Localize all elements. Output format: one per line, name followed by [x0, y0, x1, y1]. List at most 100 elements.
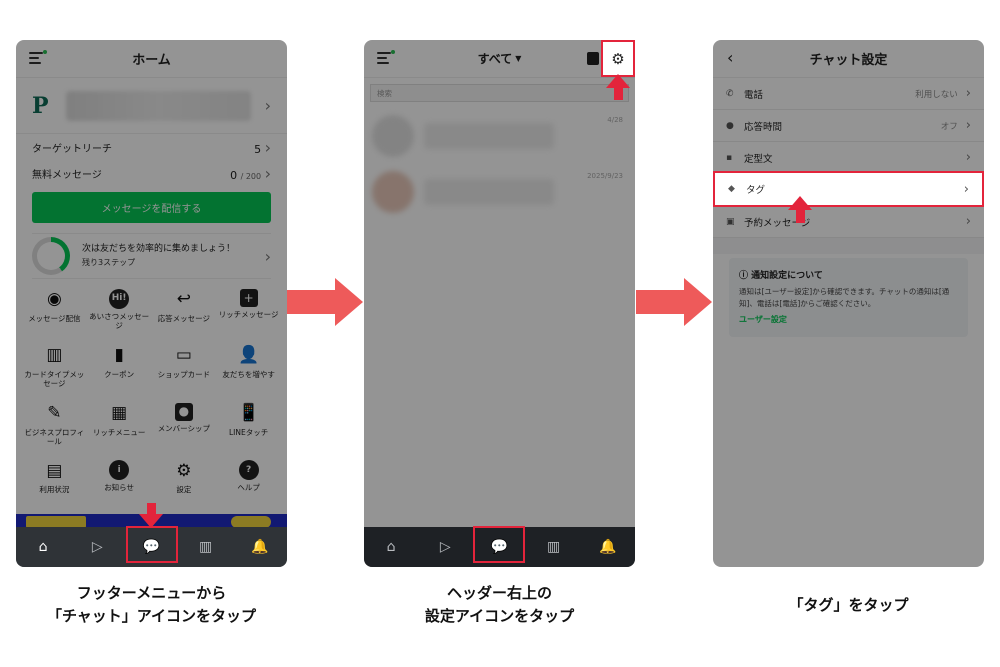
settings-icon: ⚙: [176, 460, 192, 481]
chevron-right-icon: ›: [965, 214, 971, 229]
notice-title: ⓘ 通知設定について: [739, 271, 823, 281]
notification-notice: ⓘ 通知設定について 通知は[ユーザー設定]から確認できます。チャットの通知は[…: [729, 258, 968, 338]
menu-label: リッチメッセージ: [218, 310, 279, 319]
settings-row-phone[interactable]: ✆ 電話 利用しない ›: [713, 78, 984, 110]
play-icon[interactable]: ▷: [79, 532, 115, 562]
menu-item-greeting[interactable]: Hi! あいさつメッセージ: [87, 289, 152, 331]
back-icon[interactable]: ‹: [727, 48, 733, 67]
menu-label: クーポン: [104, 369, 135, 379]
menu-item-shop-card[interactable]: ▭ ショップカード: [152, 345, 217, 389]
stat-max: / 200: [240, 171, 262, 181]
play-icon[interactable]: ▷: [427, 532, 463, 562]
caption-line: 「タグ」をタップ: [788, 596, 909, 614]
account-row[interactable]: P ›: [16, 78, 287, 134]
row-label: タグ: [744, 185, 764, 197]
tip-title: 次は友だちを効率的に集めましょう！: [82, 244, 236, 255]
footer-nav: ⌂ ▷ 💬 ▥ 🔔: [364, 527, 635, 567]
chat-item[interactable]: 2025/9/23: [364, 164, 635, 220]
menu-item-line-touch[interactable]: 📱 LINEタッチ: [216, 403, 281, 447]
menu-item-rich-menu[interactable]: ▦ リッチメニュー: [87, 403, 152, 447]
gear-icon[interactable]: ⚙: [603, 46, 629, 72]
menu-label: 利用状況: [39, 485, 70, 495]
flow-arrow-icon: [287, 278, 363, 326]
home-icon[interactable]: ⌂: [25, 532, 61, 562]
membership-icon: ●: [174, 402, 193, 421]
menu-label: 応答メッセージ: [157, 314, 211, 323]
caption-line: 設定アイコンをタップ: [424, 607, 575, 626]
menu-item-usage[interactable]: ▤ 利用状況: [22, 460, 87, 495]
hamburger-menu-icon[interactable]: [29, 50, 47, 64]
template-icon: ▪: [726, 152, 733, 163]
send-message-button[interactable]: メッセージを配信する: [32, 192, 271, 223]
hamburger-menu-icon[interactable]: [377, 50, 395, 64]
footer-nav: ⌂ ▷ 💬 ▥ 🔔: [16, 527, 287, 567]
notice-icon: i: [109, 460, 130, 481]
menu-label: ショップカード: [157, 369, 211, 379]
tip-sub: 残り3ステップ: [82, 257, 136, 267]
contact-icon[interactable]: [587, 52, 599, 65]
menu-label: 設定: [176, 485, 192, 495]
user-settings-link[interactable]: ユーザー設定: [739, 314, 958, 325]
avatar: [372, 115, 414, 157]
stat-label: ターゲットリーチ: [32, 143, 112, 155]
row-label: 定型文: [744, 153, 773, 165]
chevron-right-icon: ›: [965, 182, 971, 197]
row-label: 予約メッセージ: [744, 217, 811, 229]
menu-item-rich-message[interactable]: + リッチメッセージ: [216, 289, 281, 331]
analytics-icon[interactable]: ▥: [536, 532, 572, 562]
step1-caption: フッターメニューから 「チャット」アイコンをタップ: [16, 582, 287, 629]
chat-icon[interactable]: 💬: [133, 532, 169, 562]
phone-chat-settings-screen: ‹ チャット設定 ✆ 電話 利用しない › ● 応答時間 オフ › ▪ 定型文 …: [713, 40, 984, 567]
menu-item-settings[interactable]: ⚙ 設定: [152, 460, 217, 495]
avatar: [372, 171, 414, 213]
stat-value: 0: [230, 168, 238, 182]
chat-date: 4/28: [607, 116, 623, 124]
search-input[interactable]: 検索: [370, 84, 629, 102]
chat-item[interactable]: 4/28: [364, 108, 635, 164]
clock-icon: ●: [726, 120, 734, 131]
analytics-icon[interactable]: ▥: [188, 532, 224, 562]
page-title: チャット設定: [809, 53, 888, 68]
menu-item-broadcast[interactable]: ◉ メッセージ配信: [22, 289, 87, 331]
chevron-right-icon: ›: [965, 118, 971, 133]
settings-row-scheduled-message[interactable]: ▣ 予約メッセージ ›: [713, 206, 984, 238]
progress-ring-icon: [32, 237, 70, 275]
row-value: 利用しない: [915, 89, 958, 100]
chevron-right-icon: ›: [965, 86, 971, 101]
filter-dropdown[interactable]: すべて: [478, 50, 513, 67]
menu-item-notice[interactable]: i お知らせ: [87, 460, 152, 494]
chevron-right-icon: ›: [264, 246, 271, 266]
menu-item-membership[interactable]: ● メンバーシップ: [152, 402, 217, 447]
settings-row-template[interactable]: ▪ 定型文 ›: [713, 142, 984, 174]
menu-item-business-profile[interactable]: ✎ ビジネスプロフィール: [22, 403, 87, 447]
phone-chat-list-screen: すべて ▼ ⚙ 検索 4/28 2025/9/23 ⌂ ▷ 💬 ▥ 🔔: [364, 40, 635, 567]
free-message-row[interactable]: 無料メッセージ 0 / 200 ›: [16, 160, 287, 186]
menu-item-add-friend[interactable]: 👤 友だちを増やす: [216, 345, 281, 389]
phone-home-screen: ホーム P › ターゲットリーチ 5 › 無料メッセージ 0 / 200 › メ…: [16, 40, 287, 567]
settings-row-response-time[interactable]: ● 応答時間 オフ ›: [713, 110, 984, 142]
row-value: オフ: [940, 121, 958, 132]
caption-line: ヘッダー右上の: [446, 584, 552, 602]
caret-down-icon: ▼: [515, 54, 522, 63]
settings-row-tag[interactable]: ◆ タグ ›: [713, 174, 984, 206]
feature-menu-grid: ◉ メッセージ配信 Hi! あいさつメッセージ ↩ 応答メッセージ + リッチメッセージ…: [16, 279, 287, 495]
row-label: 電話: [744, 89, 764, 101]
menu-item-coupon[interactable]: ▮ クーポン: [87, 345, 152, 389]
bell-icon[interactable]: 🔔: [242, 532, 278, 562]
rich-message-icon: +: [239, 289, 258, 307]
account-name-blurred: [66, 90, 251, 121]
line-touch-icon: 📱: [238, 402, 260, 423]
bell-icon[interactable]: 🔔: [590, 532, 626, 562]
menu-item-reply[interactable]: ↩ 応答メッセージ: [152, 289, 217, 331]
stat-value: 5: [254, 142, 262, 156]
onboarding-tip[interactable]: 次は友だちを効率的に集めましょう！ 残り3ステップ ›: [32, 233, 271, 279]
menu-item-card-type[interactable]: ▥ カードタイプメッセージ: [22, 345, 87, 389]
chat-icon[interactable]: 💬: [481, 532, 517, 562]
stat-label: 無料メッセージ: [32, 169, 102, 181]
chevron-right-icon: ›: [264, 163, 271, 183]
target-reach-row[interactable]: ターゲットリーチ 5 ›: [16, 134, 287, 160]
menu-label: あいさつメッセージ: [89, 312, 150, 331]
usage-icon: ▤: [46, 460, 63, 481]
menu-item-help[interactable]: ? ヘルプ: [216, 460, 281, 494]
home-icon[interactable]: ⌂: [373, 532, 409, 562]
